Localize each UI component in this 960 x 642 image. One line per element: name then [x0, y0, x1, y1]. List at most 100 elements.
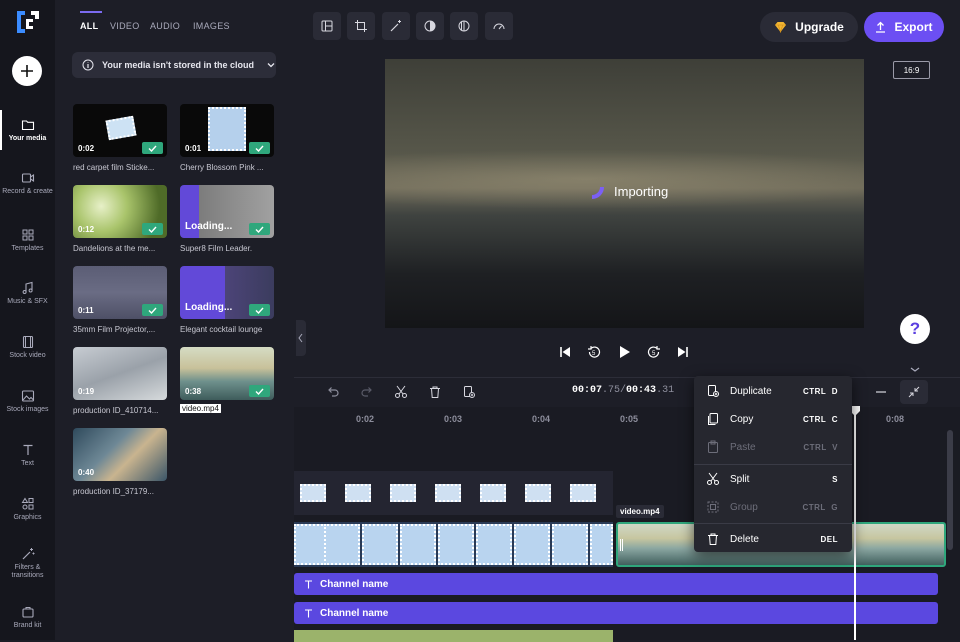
- nav-graphics[interactable]: Graphics: [0, 497, 55, 522]
- export-button[interactable]: Export: [864, 12, 944, 42]
- magic-wand-icon: [390, 20, 401, 32]
- clipchamp-logo-icon[interactable]: [13, 7, 43, 37]
- skip-forward-icon: [678, 347, 688, 357]
- layout-tool-button[interactable]: [313, 12, 341, 40]
- skip-to-end-button[interactable]: [677, 346, 689, 358]
- dandelion-clip[interactable]: [294, 630, 613, 642]
- ruler-tick-label: 0:02: [356, 414, 375, 424]
- media-item[interactable]: Loading...: [180, 266, 274, 319]
- undo-button[interactable]: [326, 385, 340, 399]
- nav-label: Brand kit: [13, 622, 42, 629]
- media-item[interactable]: Loading...: [180, 185, 274, 238]
- media-duration: 0:02: [78, 144, 95, 153]
- nav-stock-images[interactable]: Stock images: [0, 389, 55, 414]
- magic-wand-icon: [22, 548, 34, 560]
- collapse-panel-handle[interactable]: [296, 320, 306, 356]
- nav-record-create[interactable]: Record & create: [0, 171, 55, 196]
- media-duration: 0:12: [78, 225, 95, 234]
- upgrade-label: Upgrade: [795, 20, 844, 34]
- svg-text:5: 5: [592, 351, 596, 357]
- menu-item-delete[interactable]: Delete DEL: [694, 526, 852, 552]
- importing-text: Importing: [614, 184, 669, 199]
- text-track-clip[interactable]: Channel name: [294, 573, 938, 595]
- speed-button[interactable]: [485, 12, 513, 40]
- delete-button[interactable]: [428, 385, 442, 399]
- nav-label: Text: [21, 460, 34, 467]
- collapse-arrows-icon: [908, 386, 920, 398]
- media-item[interactable]: 0:38: [180, 347, 274, 400]
- menu-item-paste: Paste CTRL V: [694, 434, 852, 460]
- nav-label: Record & create: [2, 188, 53, 195]
- filters-button[interactable]: [450, 12, 478, 40]
- cherry-blossom-stamp-image: [208, 107, 246, 151]
- zoom-out-button[interactable]: [874, 385, 888, 399]
- tab-images[interactable]: IMAGES: [193, 21, 230, 31]
- forward-5s-button[interactable]: 5: [647, 345, 661, 359]
- redo-button[interactable]: [360, 385, 374, 399]
- split-button[interactable]: [394, 385, 408, 399]
- upgrade-button[interactable]: Upgrade: [760, 12, 858, 42]
- added-check-icon: [142, 223, 163, 235]
- menu-item-copy[interactable]: Copy CTRL C: [694, 406, 852, 432]
- media-item[interactable]: 0:40: [73, 428, 167, 481]
- media-item[interactable]: 0:11: [73, 266, 167, 319]
- clip-frame: [438, 524, 474, 565]
- duplicate-button[interactable]: [462, 385, 476, 399]
- fit-timeline-button[interactable]: [900, 380, 928, 404]
- nav-stock-video[interactable]: Stock video: [0, 335, 55, 360]
- media-caption: Dandelions at the me...: [73, 244, 156, 253]
- aspect-ratio-button[interactable]: 16:9: [893, 61, 930, 79]
- menu-item-split[interactable]: Split S: [694, 466, 852, 492]
- menu-item-duplicate[interactable]: Duplicate CTRL D: [694, 378, 852, 404]
- media-caption: production ID_410714...: [73, 406, 159, 415]
- text-track-clip[interactable]: Channel name: [294, 602, 938, 624]
- create-new-button[interactable]: [12, 56, 42, 86]
- media-item[interactable]: 0:01: [180, 104, 274, 157]
- added-check-icon: [142, 304, 163, 316]
- nav-brand-kit[interactable]: Brand kit: [0, 605, 55, 630]
- tab-video[interactable]: VIDEO: [110, 21, 140, 31]
- rewind-5s-button[interactable]: 5: [587, 345, 601, 359]
- undo-icon: [328, 387, 339, 397]
- help-button[interactable]: ?: [900, 314, 930, 344]
- tab-audio[interactable]: AUDIO: [150, 21, 180, 31]
- total-time: 00:43: [626, 385, 657, 396]
- nav-your-media[interactable]: Your media: [0, 110, 55, 150]
- added-check-icon: [249, 223, 270, 235]
- media-duration: 0:40: [78, 468, 95, 477]
- text-icon: [23, 444, 32, 455]
- minus-icon: [876, 391, 886, 393]
- adjust-colors-button[interactable]: [416, 12, 444, 40]
- media-loading-status: Loading...: [185, 302, 233, 313]
- ruler-tick-label: 0:04: [532, 414, 551, 424]
- film-icon: [22, 335, 33, 349]
- sticker-frame: [525, 484, 551, 502]
- tab-all[interactable]: ALL: [80, 21, 98, 31]
- nav-templates[interactable]: Templates: [0, 228, 55, 253]
- music-note-icon: [22, 281, 33, 294]
- skip-to-start-button[interactable]: [559, 346, 571, 358]
- cloud-storage-notice[interactable]: Your media isn't stored in the cloud: [72, 52, 276, 78]
- nav-music-sfx[interactable]: Music & SFX: [0, 281, 55, 306]
- trim-handle-left[interactable]: [620, 539, 623, 551]
- crop-tool-button[interactable]: [347, 12, 375, 40]
- importing-indicator: Importing: [590, 184, 668, 199]
- nav-filters-transitions[interactable]: Filters & transitions: [0, 547, 55, 580]
- rewind-5-icon: 5: [588, 346, 601, 358]
- media-caption: Elegant cocktail lounge: [180, 325, 263, 334]
- menu-item-label: Delete: [730, 533, 759, 545]
- collapse-preview-button[interactable]: [908, 365, 922, 375]
- media-item[interactable]: 0:19: [73, 347, 167, 400]
- media-item[interactable]: 0:12: [73, 185, 167, 238]
- nav-text[interactable]: Text: [0, 443, 55, 468]
- menu-item-shortcut: CTRL C: [802, 414, 838, 424]
- skip-back-icon: [560, 347, 570, 357]
- media-item[interactable]: 0:02: [73, 104, 167, 157]
- playhead[interactable]: [854, 407, 856, 640]
- media-duration: 0:19: [78, 387, 95, 396]
- ruler-tick-label: 0:08: [886, 414, 905, 424]
- timeline-scrollbar[interactable]: [947, 430, 953, 550]
- magic-tool-button[interactable]: [382, 12, 410, 40]
- nav-label: Your media: [8, 135, 47, 142]
- play-button[interactable]: [618, 345, 632, 359]
